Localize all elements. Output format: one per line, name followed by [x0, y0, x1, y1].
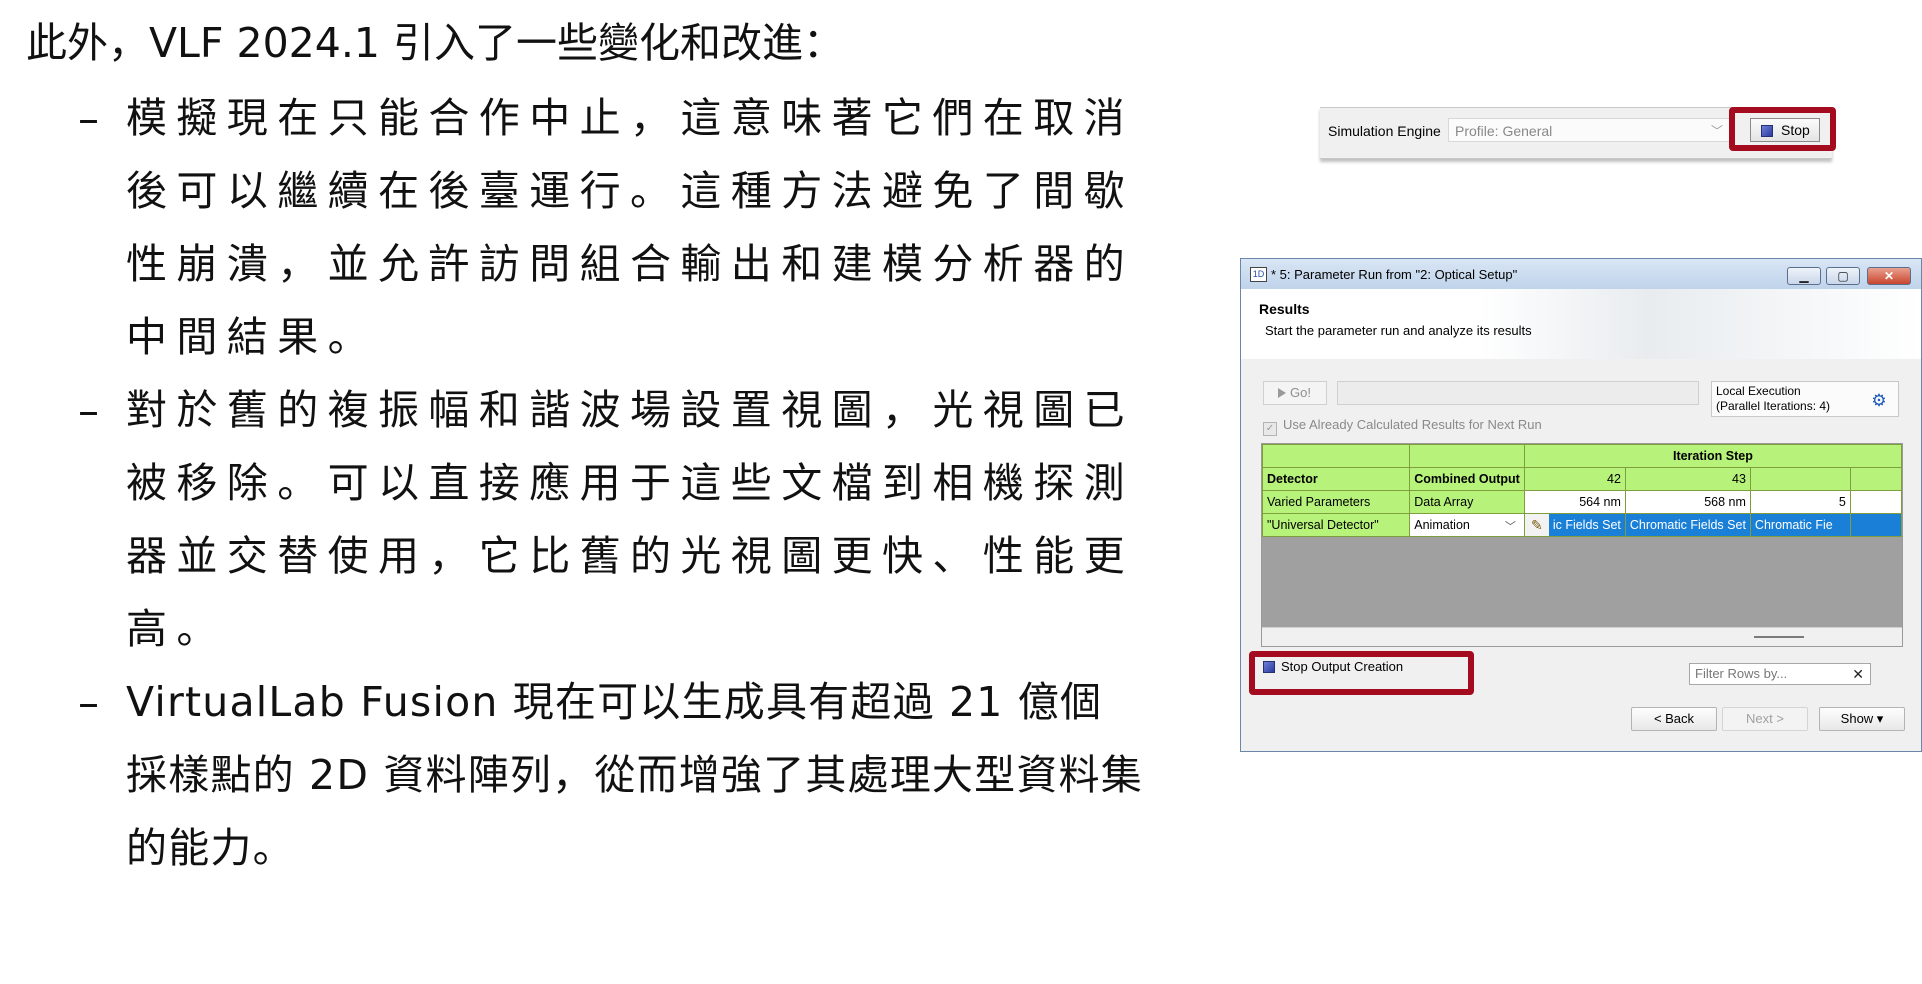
animation-value: Animation — [1414, 518, 1470, 532]
bullet-item: – 模擬現在只能合作中止，這意味著它們在取消後可以繼續在後臺運行。這種方法避免了… — [70, 82, 1170, 374]
pencil-icon[interactable]: ✎ — [1525, 514, 1549, 536]
table-row: Varied Parameters Data Array 564 nm 568 … — [1262, 490, 1902, 514]
gear-icon[interactable]: ⚙ — [1869, 391, 1889, 411]
reuse-results-checkbox[interactable]: ✓ Use Already Calculated Results for Next… — [1263, 417, 1542, 436]
go-label: Go! — [1290, 385, 1311, 400]
results-subtitle: Start the parameter run and analyze its … — [1265, 323, 1532, 338]
table-row: Iteration Step — [1262, 444, 1902, 468]
simulation-engine-label: Simulation Engine — [1328, 123, 1441, 139]
universal-detector-cell: "Universal Detector" — [1262, 513, 1411, 537]
grid-scrollbar[interactable] — [1262, 627, 1902, 646]
results-table: Iteration Step Detector Combined Output … — [1262, 444, 1902, 537]
intro-line: 此外，VLF 2024.1 引入了一些變化和改進： — [26, 19, 844, 67]
chevron-down-icon: ﹀ — [1710, 124, 1723, 138]
go-button[interactable]: Go! — [1263, 381, 1327, 405]
profile-value: Profile: General — [1455, 123, 1553, 139]
chromatic-fields-cell[interactable]: Chromatic Fie — [1749, 513, 1851, 537]
value-cell: 564 nm — [1523, 490, 1626, 514]
results-header: Results Start the parameter run and anal… — [1241, 289, 1921, 359]
chevron-down-icon: ﹀ — [1504, 521, 1516, 533]
progress-bar — [1337, 381, 1699, 405]
filter-rows-input[interactable]: Filter Rows by... ✕ — [1689, 663, 1871, 685]
window-title: * 5: Parameter Run from "2: Optical Setu… — [1271, 267, 1518, 282]
bullet-item: – 對於舊的複振幅和諧波場設置視圖，光視圖已被移除。可以直接應用于這些文檔到相機… — [70, 374, 1170, 666]
step-header: 43 — [1624, 467, 1751, 491]
close-button[interactable]: ✕ — [1867, 267, 1911, 285]
show-button[interactable]: Show ▾ — [1819, 707, 1905, 731]
next-button[interactable]: Next > — [1722, 707, 1808, 731]
results-title: Results — [1259, 301, 1310, 317]
step-header: 42 — [1523, 467, 1626, 491]
animation-dropdown[interactable]: Animation ﹀ — [1409, 513, 1525, 537]
play-icon — [1278, 388, 1286, 398]
bullet-text: 模擬現在只能合作中止，這意味著它們在取消後可以繼續在後臺運行。這種方法避免了間歇… — [126, 94, 1134, 361]
stop-button-highlight — [1729, 107, 1836, 151]
chromatic-fields-text: ic Fields Set — [1552, 518, 1621, 532]
clear-icon[interactable]: ✕ — [1852, 664, 1864, 684]
reuse-results-label: Use Already Calculated Results for Next … — [1283, 417, 1542, 432]
bullet-text: VirtualLab Fusion 現在可以生成具有超過 21 億個採樣點的 2… — [126, 678, 1143, 872]
maximize-button[interactable]: ▢ — [1826, 267, 1860, 285]
bullet-marker: – — [78, 678, 99, 727]
table-cell — [1849, 467, 1902, 491]
chromatic-fields-cell[interactable]: ✎ ic Fields Set — [1523, 513, 1626, 537]
value-cell: 568 nm — [1624, 490, 1751, 514]
app-icon: 1D — [1250, 267, 1267, 282]
filter-placeholder: Filter Rows by... — [1695, 666, 1788, 681]
value-cell: 5 — [1749, 490, 1851, 514]
back-button[interactable]: < Back — [1631, 707, 1717, 731]
stop-output-highlight — [1249, 651, 1474, 695]
minimize-button[interactable]: ▁ — [1787, 267, 1821, 285]
varied-parameters-cell: Varied Parameters — [1262, 490, 1411, 514]
checkbox-icon: ✓ — [1263, 422, 1277, 436]
combined-output-header: Combined Output — [1409, 467, 1525, 491]
data-array-cell: Data Array — [1409, 490, 1525, 514]
bullet-marker: – — [78, 94, 99, 143]
scrollbar-thumb[interactable] — [1754, 636, 1804, 638]
bullet-text: 對於舊的複振幅和諧波場設置視圖，光視圖已被移除。可以直接應用于這些文檔到相機探測… — [126, 386, 1134, 653]
iteration-step-header: Iteration Step — [1523, 444, 1902, 468]
table-cell — [1849, 490, 1902, 514]
table-cell — [1849, 513, 1902, 537]
chromatic-fields-cell[interactable]: Chromatic Fields Set — [1624, 513, 1751, 537]
table-cell — [1262, 444, 1411, 468]
detector-header: Detector — [1262, 467, 1411, 491]
table-row: "Universal Detector" Animation ﹀ ✎ ic Fi… — [1262, 513, 1902, 537]
table-row: Detector Combined Output 42 43 — [1262, 467, 1902, 491]
table-cell — [1749, 467, 1851, 491]
results-grid: Iteration Step Detector Combined Output … — [1261, 443, 1903, 647]
bullet-marker: – — [78, 386, 99, 435]
window-titlebar: 1D * 5: Parameter Run from "2: Optical S… — [1241, 259, 1921, 289]
profile-dropdown[interactable]: Profile: General ﹀ — [1448, 118, 1730, 142]
bullet-item: – VirtualLab Fusion 現在可以生成具有超過 21 億個採樣點的… — [70, 666, 1170, 885]
table-cell — [1409, 444, 1525, 468]
bullet-list: – 模擬現在只能合作中止，這意味著它們在取消後可以繼續在後臺運行。這種方法避免了… — [70, 82, 1170, 885]
